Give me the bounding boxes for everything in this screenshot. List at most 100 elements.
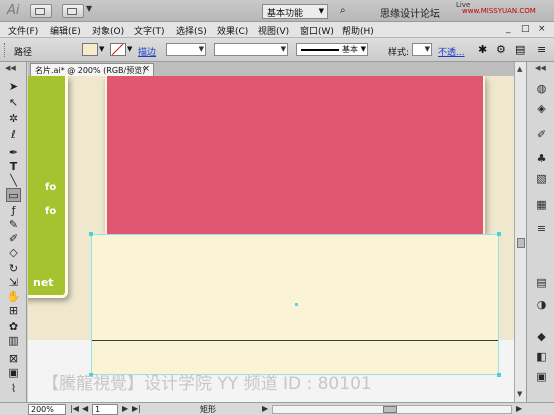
stroke-panel-icon[interactable]: ≡ [535,222,548,235]
symbols-panel-icon[interactable]: ♣ [535,152,548,165]
collapse-icon[interactable]: ◀◀ [5,64,16,72]
anchor-point[interactable] [497,232,501,236]
type-tool-icon[interactable]: T [6,160,21,174]
artboard-number-field[interactable]: 1 [92,404,118,415]
chevron-down-icon: ▼ [424,45,430,53]
align-icon[interactable]: ▤ [515,43,525,56]
scroll-up-icon[interactable]: ▲ [517,65,522,73]
gradient-tool-icon[interactable]: ▣ [6,366,21,380]
panel-menu-icon[interactable]: ≡ [537,43,546,56]
brushes-panel-icon[interactable]: ✐ [535,128,548,141]
brush-definition-dropdown[interactable]: 基本 ▼ [296,43,368,56]
tools-panel: ◀◀ ➤ ↖ ✲ ℓ ✒ T ╲ ▭ ƒ ✎ ✐ ◇ ↻ ⇲ ✋ ⊞ ✿ ▥ ⊠… [0,62,27,402]
vertical-scrollbar[interactable]: ▲ ▼ [514,62,526,402]
menu-edit[interactable]: 编辑(E) [50,24,81,37]
close-icon[interactable]: × [142,64,150,74]
chevron-down-icon: ▼ [360,45,366,53]
menu-type[interactable]: 文字(T) [134,24,165,37]
minimize-button[interactable]: _ [506,24,511,34]
document-tab[interactable]: 名片.ai* @ 200% (RGB/预览) × [30,63,154,76]
next-artboard-icon[interactable]: ▶ [122,404,128,413]
pencil-tool-icon[interactable]: ✎ [6,218,21,232]
menu-file[interactable]: 文件(F) [8,24,38,37]
recolor-artwork-icon[interactable]: ✱ [478,43,487,56]
expand-panels-icon[interactable]: ◀◀ [535,64,546,72]
appearance-panel-icon[interactable]: ◆ [535,330,548,343]
menu-object[interactable]: 对象(O) [92,24,124,37]
scroll-thumb[interactable] [517,238,525,248]
eraser-tool-icon[interactable]: ◇ [6,246,21,260]
bridge-button[interactable] [30,4,52,18]
artboards-panel-icon[interactable]: ▣ [535,370,548,383]
stroke-dropdown-icon[interactable]: ▼ [127,45,132,53]
horizontal-scroll-thumb[interactable] [383,406,397,413]
zoom-field[interactable]: 200% [28,404,66,415]
workspace-switcher[interactable]: 基本功能 ▼ [262,4,328,19]
stroke-weight-field[interactable]: ▼ [166,43,206,56]
search-area[interactable]: ⌕ 思缘设计论坛 www.MISSYUAN.COM Live [338,1,550,20]
menu-window[interactable]: 窗口(W) [300,24,334,37]
line-tool-icon[interactable]: ╲ [6,174,21,188]
fill-swatch[interactable] [82,43,98,56]
menu-bar: 文件(F) 编辑(E) 对象(O) 文字(T) 选择(S) 效果(C) 视图(V… [0,22,554,38]
rotate-tool-icon[interactable]: ↻ [6,262,21,276]
menu-effect[interactable]: 效果(C) [217,24,248,37]
stroke-swatch[interactable] [110,43,126,56]
previous-artboard-icon[interactable]: ◀ [82,404,88,413]
paintbrush-tool-icon[interactable]: ƒ [6,204,21,218]
scale-tool-icon[interactable]: ⇲ [6,276,21,290]
color-panel-icon[interactable]: ◍ [535,82,548,95]
swatches-panel-icon[interactable]: ▦ [535,198,548,211]
anchor-point[interactable] [89,232,93,236]
pen-tool-icon[interactable]: ✒ [6,146,21,160]
lasso-tool-icon[interactable]: ℓ [6,128,21,142]
color-guide-panel-icon[interactable]: ◈ [535,102,548,115]
transparency-panel-icon[interactable]: ◑ [535,298,548,311]
scroll-right-icon[interactable]: ▶ [516,404,522,413]
no-stroke-icon [111,43,124,56]
graphic-style-dropdown[interactable]: ▼ [412,43,432,56]
last-artboard-icon[interactable]: ▶| [132,404,141,413]
menu-help[interactable]: 帮助(H) [342,24,374,37]
graphic-styles-panel-icon[interactable]: ▧ [535,172,548,185]
free-transform-tool-icon[interactable]: ⊞ [6,304,21,318]
magic-wand-tool-icon[interactable]: ✲ [6,112,21,126]
fill-dropdown-icon[interactable]: ▼ [99,45,104,53]
search-icon: ⌕ [340,5,346,16]
restore-button[interactable]: □ [521,24,530,34]
opacity-link[interactable]: 不透... [438,45,465,58]
document-tab-label: 名片.ai* @ 200% (RGB/预览) [35,66,146,75]
scroll-down-icon[interactable]: ▼ [517,390,522,398]
close-window-button[interactable]: × [538,24,546,34]
selection-tool-icon[interactable]: ➤ [6,80,21,94]
symbol-sprayer-tool-icon[interactable]: ✿ [6,320,21,334]
first-artboard-icon[interactable]: |◀ [70,404,79,413]
rectangle-tool-icon[interactable]: ▭ [6,188,21,202]
layers-panel-icon[interactable]: ◧ [535,350,548,363]
artboard-number: 1 [95,405,101,414]
menu-view[interactable]: 视图(V) [258,24,289,37]
artboard-canvas[interactable]: fo fo net 【騰龍視覺】设计学院 YY 频道 ID : 80101 [28,76,514,402]
zoom-value: 200% [31,405,54,414]
eyedropper-tool-icon[interactable]: ⌇ [6,382,21,396]
gradient-panel-icon[interactable]: ▤ [535,276,548,289]
status-bar: 200% |◀ ◀ 1 ▶ ▶| 矩形 ▶ ▶ [0,402,554,415]
anchor-point[interactable] [497,373,501,377]
blob-brush-tool-icon[interactable]: ✐ [6,232,21,246]
warp-tool-icon[interactable]: ✋ [6,290,21,304]
pink-card-shape[interactable] [105,76,485,236]
arrange-dropdown-icon[interactable]: ▼ [86,4,92,13]
mesh-tool-icon[interactable]: ⊠ [6,352,21,366]
status-menu-icon[interactable]: ▶ [262,404,268,413]
horizontal-scrollbar[interactable] [272,405,512,414]
menu-select[interactable]: 选择(S) [176,24,207,37]
variable-width-dropdown[interactable]: ▼ [214,43,288,56]
direct-selection-tool-icon[interactable]: ↖ [6,96,21,110]
arrange-documents-button[interactable] [62,4,84,18]
isolate-group-icon[interactable]: ⚙ [496,43,506,56]
bridge-icon [35,8,45,15]
stroke-preview [301,49,339,51]
stroke-panel-link[interactable]: 描边 [138,45,156,58]
column-graph-tool-icon[interactable]: ▥ [6,334,21,348]
selected-rectangle[interactable] [91,234,499,375]
